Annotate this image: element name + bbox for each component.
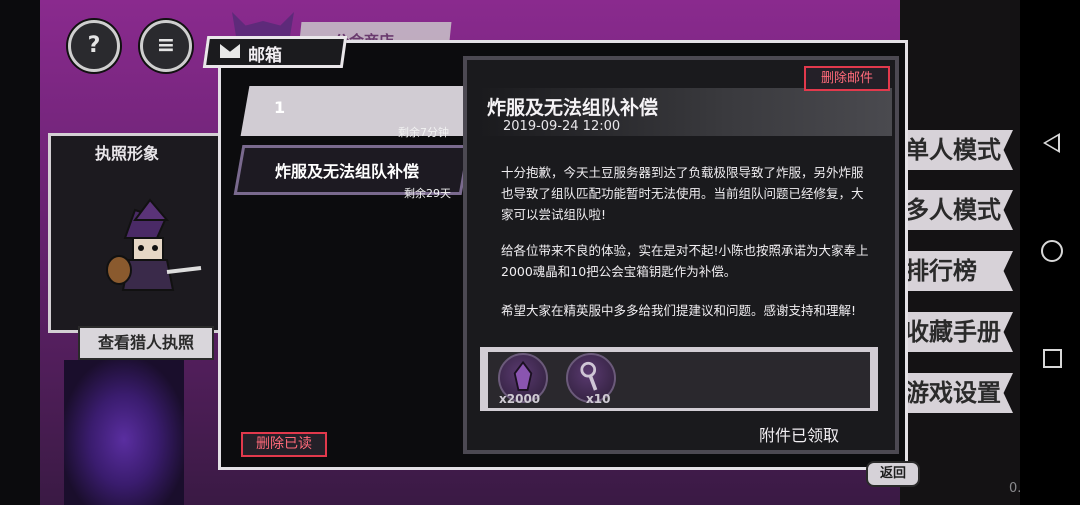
menu-multiplayer[interactable]: 多人模式 [895,190,1013,230]
attachment-qty: x10 [586,392,611,406]
view-hunter-license-button[interactable]: 查看猎人执照 [78,326,214,360]
license-title: 执照形象 [94,144,159,163]
mail-paragraph: 希望大家在精英服中多多给我们提建议和问题。感谢支持和理解! [501,303,857,318]
portal-decoration [64,360,184,505]
mail-paragraph: 十分抱歉，今天土豆服务器到达了负载极限导致了炸服，另外炸服也导致了组队匹配功能暂… [501,165,864,222]
notes-icon[interactable]: ≡ [140,20,192,72]
home-circle-icon[interactable] [1041,240,1063,262]
menu-leaderboard[interactable]: 排行榜 [895,251,1013,291]
menu-collection[interactable]: 收藏手册 [895,312,1013,352]
mail-item-remaining: 剩余29天 [404,187,451,200]
back-button[interactable]: 返回 [866,461,920,487]
delete-mail-button[interactable]: 删除邮件 [804,66,890,91]
delete-read-button[interactable]: 删除已读 [241,432,327,457]
attachment-qty: x2000 [499,392,541,406]
mail-item-title: 炸服及无法组队补偿 [275,162,420,181]
help-icon[interactable]: ? [68,20,120,72]
recent-apps-square-icon[interactable] [1043,349,1062,368]
character-avatar [106,198,202,291]
mail-item-remaining: 剩余7分钟 [398,126,449,139]
mail-date: 2019-09-24 12:00 [503,119,621,134]
mail-title: 炸服及无法组队补偿 [487,97,659,119]
game-screen: 公会商店 ? ≡ ● 执照形象 查看猎人执照 单人模式 多人模式 排行榜 收藏手… [0,0,1080,505]
mail-paragraph: 给各位带来不良的体验，实在是对不起!小陈也按照承诺为大家奉上2000魂晶和10把… [501,243,869,279]
menu-settings[interactable]: 游戏设置 [895,373,1013,413]
back-triangle-icon[interactable] [1043,133,1060,153]
attachment-status: 附件已领取 [759,426,840,445]
menu-single-player[interactable]: 单人模式 [895,130,1013,170]
mail-item-title: 1 [274,98,286,117]
mailbox-tab-label: 邮箱 [248,46,282,66]
